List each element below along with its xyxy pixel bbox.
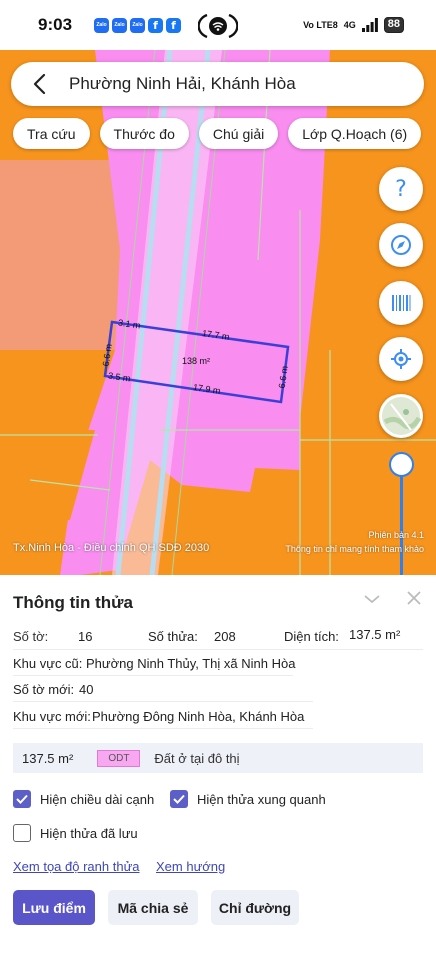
barcode-button[interactable] (379, 281, 423, 325)
old-area-label: Khu vực cũ: (13, 656, 83, 671)
status-right: Vo LTE8 4G 88 (303, 17, 404, 33)
checkbox-unchecked-icon[interactable] (13, 824, 31, 842)
lookup-chip[interactable]: Tra cứu (13, 118, 90, 149)
opacity-slider-handle[interactable] (389, 452, 414, 477)
checkbox-label: Hiện thửa xung quanh (197, 791, 326, 807)
status-time: 9:03 (38, 15, 73, 34)
view-boundary-coordinates-link[interactable]: Xem tọa độ ranh thửa (13, 859, 140, 874)
panel-title: Thông tin thửa (13, 593, 133, 612)
disclaimer-label: Thông tin chỉ mang tính tham khảo (285, 544, 424, 554)
zalo-icon: Zalo (112, 17, 127, 33)
land-use-summary: 137.5 m² ODT Đất ở tại đô thị (13, 743, 423, 773)
sheet-number-row: Số tờ: (13, 629, 49, 644)
checkbox-checked-icon[interactable] (170, 790, 188, 808)
area-label: Diện tích: (284, 629, 339, 644)
view-direction-link[interactable]: Xem hướng (156, 859, 225, 874)
divider (13, 701, 313, 702)
show-saved-checkbox[interactable]: Hiện thửa đã lưu (13, 824, 138, 842)
back-arrow-icon[interactable] (27, 72, 51, 96)
zalo-icon: Zalo (94, 17, 109, 33)
location-target-icon (391, 349, 411, 369)
show-neighbors-checkbox[interactable]: Hiện thửa xung quanh (170, 790, 326, 808)
old-area-value: Phường Ninh Thủy, Thị xã Ninh Hòa (86, 656, 296, 671)
checkbox-checked-icon[interactable] (13, 790, 31, 808)
divider (13, 728, 313, 729)
plot-area-label: 138 m² (182, 356, 211, 366)
parcel-number-label: Số thửa: (148, 629, 198, 644)
status-notification-icons: Zalo Zalo Zalo f f (94, 17, 181, 33)
new-sheet-value: 40 (79, 682, 94, 697)
share-code-button[interactable]: Mã chia sẻ (108, 890, 198, 925)
chevron-down-icon[interactable] (362, 589, 382, 609)
location-title[interactable]: Phường Ninh Hải, Khánh Hòa (69, 74, 296, 94)
map-tool-chips: Tra cứu Thước đo Chú giải Lớp Q.Hoạch (6… (13, 118, 422, 149)
land-use-code-badge: ODT (97, 749, 141, 767)
facebook-icon: f (148, 17, 163, 33)
divider (13, 649, 423, 650)
help-button[interactable]: ? (379, 167, 423, 211)
network-label: Vo LTE8 (303, 20, 338, 30)
battery-indicator: 88 (383, 17, 404, 33)
my-location-button[interactable] (379, 337, 423, 381)
zalo-icon: Zalo (130, 17, 145, 33)
new-area-label: Khu vực mới: (13, 709, 91, 724)
planning-layer-chip[interactable]: Lớp Q.Hoạch (6) (288, 118, 422, 149)
plot-info-panel: Thông tin thửa Số tờ: 16 Số thửa: 208 Di… (0, 575, 436, 960)
hotspot-icon (198, 13, 238, 39)
checkbox-label: Hiện chiều dài cạnh (40, 791, 155, 807)
new-sheet-label: Số tờ mới: (13, 682, 75, 697)
signal-icon (361, 18, 378, 32)
area-value: 137.5 m² (349, 627, 401, 642)
opacity-slider-track[interactable] (400, 465, 403, 575)
app-version-label: Phiên bản 4.1 (368, 530, 424, 540)
search-bar[interactable]: Phường Ninh Hải, Khánh Hòa (11, 62, 424, 106)
new-area-value: Phường Đông Ninh Hòa, Khánh Hòa (92, 709, 305, 724)
show-edge-length-checkbox[interactable]: Hiện chiều dài cạnh (13, 790, 154, 808)
sheet-number-value: 16 (78, 629, 93, 644)
compass-icon (391, 235, 411, 255)
divider (13, 675, 293, 676)
barcode-icon (392, 295, 411, 311)
parcel-number-value: 208 (214, 629, 236, 644)
map-view[interactable]: 3.1 m 17.7 m 6.6 m 6.6 m 138 m² 3.5 m 17… (0, 50, 436, 575)
facebook-icon: f (166, 17, 181, 33)
close-icon[interactable] (405, 589, 423, 607)
status-bar: 9:03 Zalo Zalo Zalo f f Vo LTE8 4G 88 (0, 0, 436, 50)
legend-chip[interactable]: Chú giải (198, 118, 279, 149)
land-use-description: Đất ở tại đô thị (154, 750, 240, 766)
map-thumbnail-icon (382, 397, 421, 435)
compass-button[interactable] (379, 223, 423, 267)
directions-button[interactable]: Chỉ đường (211, 890, 299, 925)
planning-plan-label: Tx.Ninh Hòa - Điều chỉnh QH SDĐ 2030 (13, 542, 210, 554)
save-point-button[interactable]: Lưu điểm (13, 890, 95, 925)
checkbox-label: Hiện thửa đã lưu (40, 825, 138, 841)
signal-label: 4G (343, 20, 356, 30)
measure-chip[interactable]: Thước đo (99, 118, 189, 149)
map-type-button[interactable] (379, 394, 423, 438)
help-icon: ? (395, 176, 407, 202)
summary-area: 137.5 m² (22, 750, 74, 766)
